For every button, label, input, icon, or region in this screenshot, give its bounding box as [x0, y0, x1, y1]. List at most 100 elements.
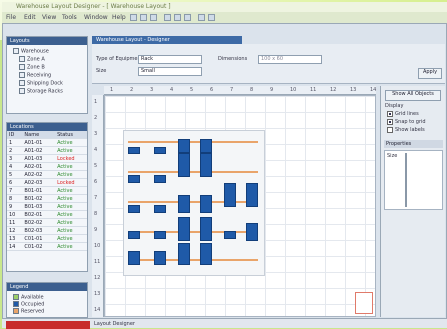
ruler-tick-label: 8	[94, 211, 98, 217]
occupied-swatch-icon	[13, 301, 19, 307]
rack-slot[interactable]	[224, 183, 236, 207]
table-row[interactable]: 8 B01-02 Active	[7, 194, 87, 203]
rack-slot[interactable]	[128, 251, 140, 265]
rack-slot[interactable]	[200, 195, 212, 213]
grid-lines-checkbox[interactable]	[387, 111, 393, 117]
rack-slot[interactable]	[154, 147, 166, 154]
table-row[interactable]: 3 A01-03 Locked	[7, 154, 87, 163]
column-header[interactable]: Name	[22, 131, 56, 139]
tree-item[interactable]: Zone B	[19, 64, 45, 71]
menu-edit[interactable]: Edit	[24, 14, 36, 21]
rack-slot[interactable]	[200, 153, 212, 177]
table-cell-status: Active	[55, 138, 87, 147]
cut-icon[interactable]	[164, 14, 171, 21]
table-row[interactable]: 5 A02-02 Active	[7, 170, 87, 179]
column-header[interactable]: ID	[7, 131, 23, 139]
rack-slot[interactable]	[200, 243, 212, 265]
folder-icon	[19, 88, 25, 94]
table-row[interactable]: 14 C01-02 Active	[7, 242, 87, 251]
ruler-tick-label: 1	[94, 99, 98, 105]
rack-slot[interactable]	[178, 153, 190, 177]
tree-item[interactable]: Receiving	[19, 72, 51, 79]
table-cell-name: B01-02	[22, 194, 56, 203]
rack-slot[interactable]	[200, 217, 212, 241]
save-icon[interactable]	[150, 14, 157, 21]
table-cell-status: Active	[55, 194, 87, 203]
table-row[interactable]: 12 B02-03 Active	[7, 226, 87, 235]
size-select[interactable]: Small	[138, 67, 202, 76]
design-canvas[interactable]	[104, 95, 376, 317]
table-row[interactable]: 9 B01-03 Active	[7, 202, 87, 211]
rack-slot[interactable]	[154, 175, 166, 183]
rack-slot[interactable]	[154, 251, 166, 265]
menu-help[interactable]: Help	[112, 14, 126, 21]
type-select[interactable]: Rack	[138, 55, 202, 64]
tree-item[interactable]: Storage Racks	[19, 88, 63, 95]
ruler-tick-label: 4	[170, 87, 174, 93]
table-cell-status: Locked	[55, 178, 87, 187]
show-labels-checkbox[interactable]	[387, 127, 393, 133]
ruler-tick-label: 4	[94, 147, 98, 153]
dimension-field[interactable]: 100 x 60	[258, 55, 322, 64]
table-row[interactable]: 13 C01-01 Active	[7, 234, 87, 243]
menu-view[interactable]: View	[42, 14, 56, 21]
rack-slot[interactable]	[128, 175, 140, 183]
column-header[interactable]: Status	[55, 131, 87, 139]
size-track[interactable]	[405, 153, 407, 207]
rack-area[interactable]	[123, 130, 265, 276]
legend-header: Legend	[7, 283, 87, 291]
apply-button[interactable]: Apply	[418, 68, 442, 79]
table-row[interactable]: 4 A02-01 Active	[7, 162, 87, 171]
table-cell-name: A02-02	[22, 170, 56, 179]
rack-slot[interactable]	[128, 147, 140, 154]
table-cell-status: Active	[55, 242, 87, 251]
table-row[interactable]: 11 B02-02 Active	[7, 218, 87, 227]
table-row[interactable]: 2 A01-02 Active	[7, 146, 87, 155]
copy-icon[interactable]	[174, 14, 181, 21]
rack-slot[interactable]	[128, 205, 140, 213]
tree-item[interactable]: Warehouse	[13, 48, 49, 55]
table-row[interactable]: 6 A02-03 Locked	[7, 178, 87, 187]
table-cell-status: Active	[55, 226, 87, 235]
open-icon[interactable]	[140, 14, 147, 21]
table-row[interactable]: 10 B02-01 Active	[7, 210, 87, 219]
rack-slot[interactable]	[178, 243, 190, 265]
document-tab[interactable]: Warehouse Layout - Designer	[92, 36, 242, 44]
properties-grid[interactable]: Size	[384, 150, 443, 210]
undo-icon[interactable]	[198, 14, 205, 21]
menu-file[interactable]: File	[6, 14, 16, 21]
grid-lines-label: Grid lines	[395, 111, 419, 117]
redo-icon[interactable]	[208, 14, 215, 21]
rack-slot[interactable]	[178, 195, 190, 213]
window-title: Warehouse Layout Designer - [ Warehouse …	[16, 3, 171, 10]
paste-icon[interactable]	[184, 14, 191, 21]
ruler-tick-label: 9	[94, 227, 98, 233]
right-pane: Show All Objects Display Grid lines Snap…	[380, 86, 445, 317]
show-all-button[interactable]: Show All Objects	[385, 90, 441, 101]
table-row[interactable]: 1 A01-01 Active	[7, 138, 87, 147]
menu-window[interactable]: Window	[84, 14, 108, 21]
table-cell-status: Active	[55, 170, 87, 179]
ruler-tick-label: 13	[94, 291, 101, 297]
tree-item[interactable]: Shipping Dock	[19, 80, 63, 87]
ruler-tick-label: 10	[290, 87, 297, 93]
snap-checkbox[interactable]	[387, 119, 393, 125]
rack-slot[interactable]	[246, 223, 258, 241]
selection-marker[interactable]	[355, 292, 373, 314]
rack-slot[interactable]	[178, 217, 190, 241]
table-cell-name: B02-02	[22, 218, 56, 227]
rack-slot[interactable]	[154, 205, 166, 213]
table-cell-status: Active	[55, 186, 87, 195]
rack-slot[interactable]	[178, 139, 190, 153]
rack-slot[interactable]	[200, 139, 212, 153]
rack-slot[interactable]	[246, 183, 258, 207]
rack-slot[interactable]	[128, 231, 140, 239]
table-row[interactable]: 7 B01-01 Active	[7, 186, 87, 195]
locations-panel-header: Locations	[7, 123, 87, 131]
new-icon[interactable]	[130, 14, 137, 21]
rack-slot[interactable]	[224, 231, 236, 239]
tree-item[interactable]: Zone A	[19, 56, 45, 63]
table-cell-status: Active	[55, 146, 87, 155]
menu-tools[interactable]: Tools	[62, 14, 77, 21]
rack-slot[interactable]	[154, 231, 166, 239]
